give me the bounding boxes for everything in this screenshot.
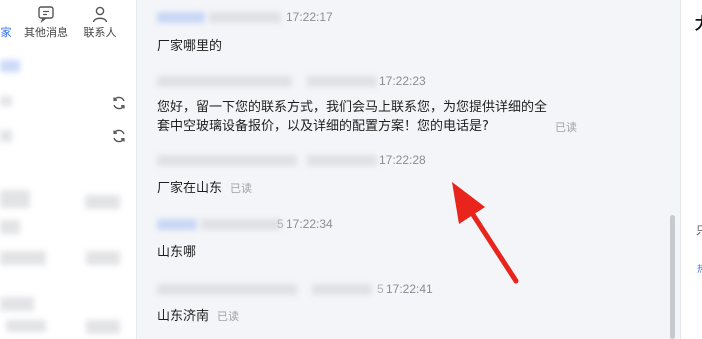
blurred-contact-preview bbox=[86, 251, 120, 265]
chat-bubble-icon bbox=[38, 6, 54, 23]
blurred-sender-name bbox=[201, 219, 281, 230]
blurred-contact-name bbox=[0, 297, 34, 311]
blurred-sender-name bbox=[312, 284, 372, 295]
conversation-list-panel: 家 其他消息 联系人 bbox=[0, 0, 137, 339]
blurred-contact-name bbox=[0, 190, 30, 208]
chat-scrollbar-thumb[interactable] bbox=[670, 215, 675, 339]
blurred-contact-preview bbox=[86, 320, 120, 334]
message-text-content: 山东济南 bbox=[157, 309, 210, 324]
read-receipt: 已读 bbox=[555, 121, 577, 134]
chat-message: 5 17:22:34 山东哪 bbox=[157, 216, 617, 262]
blurred-contact-preview bbox=[0, 251, 46, 265]
tab-partial[interactable]: 家 bbox=[0, 24, 17, 40]
message-text: 厂家在山东 已读 bbox=[157, 179, 617, 198]
refresh-icon[interactable] bbox=[111, 95, 127, 111]
tab-partial-label: 家 bbox=[0, 26, 12, 39]
message-timestamp: 17:22:28 bbox=[379, 153, 426, 167]
chat-message: 17:22:23 您好，留一下您的联系方式，我们会马上联系您，为您提供详细的全 … bbox=[157, 73, 617, 136]
tab-contacts[interactable]: 联系人 bbox=[78, 5, 122, 40]
chat-message: 5 17:22:41 山东济南 已读 bbox=[157, 281, 617, 326]
message-header: 5 17:22:34 bbox=[157, 216, 617, 234]
message-text-content: 厂家在山东 bbox=[157, 181, 223, 196]
message-header: 5 17:22:41 bbox=[157, 281, 617, 299]
blurred-sender-name bbox=[307, 155, 377, 166]
right-panel-title: 尤 bbox=[695, 10, 702, 34]
blurred-contact-name bbox=[0, 130, 12, 142]
blurred-sender-name bbox=[209, 12, 281, 23]
message-timestamp-prefix: 5 bbox=[377, 282, 384, 296]
chat-message-area: 17:22:17 厂家哪里的 17:22:23 您好，留一下您的联系方式，我们会… bbox=[138, 0, 669, 339]
blurred-sender-name bbox=[157, 155, 297, 166]
tab-contacts-label: 联系人 bbox=[83, 26, 117, 39]
sidebar-tabs: 家 其他消息 联系人 bbox=[0, 0, 137, 44]
blurred-contact-name bbox=[0, 60, 20, 72]
message-text-line: 套中空玻璃设备报价，以及详细的配置方案！您的电话是? bbox=[157, 119, 489, 134]
chat-message: 17:22:17 厂家哪里的 bbox=[157, 9, 617, 56]
message-header: 17:22:17 bbox=[157, 9, 617, 27]
blurred-contact-name bbox=[0, 96, 12, 106]
message-timestamp-prefix: 5 bbox=[277, 217, 284, 231]
blurred-sender-name bbox=[307, 76, 377, 87]
message-text-line: 您好，留一下您的联系方式，我们会马上联系您，为您提供详细的全 bbox=[157, 100, 548, 115]
message-text: 山东哪 bbox=[157, 245, 197, 260]
read-receipt: 已读 bbox=[217, 310, 240, 323]
blurred-sender-name bbox=[157, 219, 197, 230]
read-receipt: 已读 bbox=[230, 182, 253, 195]
message-timestamp: 17:22:17 bbox=[286, 10, 333, 24]
blurred-sender-name bbox=[157, 284, 297, 295]
message-timestamp: 17:22:34 bbox=[286, 217, 333, 231]
refresh-icon[interactable] bbox=[111, 128, 127, 144]
person-icon bbox=[92, 6, 108, 23]
message-text: 山东济南 已读 bbox=[157, 307, 617, 326]
blurred-sender-name bbox=[157, 12, 205, 23]
blurred-sender-name bbox=[157, 76, 292, 87]
message-header: 17:22:23 bbox=[157, 73, 617, 91]
tab-other-messages[interactable]: 其他消息 bbox=[20, 5, 72, 40]
message-header: 17:22:28 bbox=[157, 152, 617, 170]
right-info-panel: 尤 只 热 bbox=[680, 0, 702, 339]
blurred-contact-name bbox=[0, 220, 20, 234]
message-text: 厂家哪里的 bbox=[157, 39, 223, 54]
blurred-contact-preview bbox=[6, 320, 46, 332]
tab-other-messages-label: 其他消息 bbox=[24, 26, 68, 39]
right-panel-label: 只 bbox=[696, 224, 702, 237]
message-timestamp: 17:22:41 bbox=[386, 282, 433, 296]
message-timestamp: 17:22:23 bbox=[379, 74, 426, 88]
blurred-contact-preview bbox=[85, 195, 120, 209]
chat-message: 17:22:28 厂家在山东 已读 bbox=[157, 152, 617, 198]
right-panel-link[interactable]: 热 bbox=[697, 262, 702, 275]
